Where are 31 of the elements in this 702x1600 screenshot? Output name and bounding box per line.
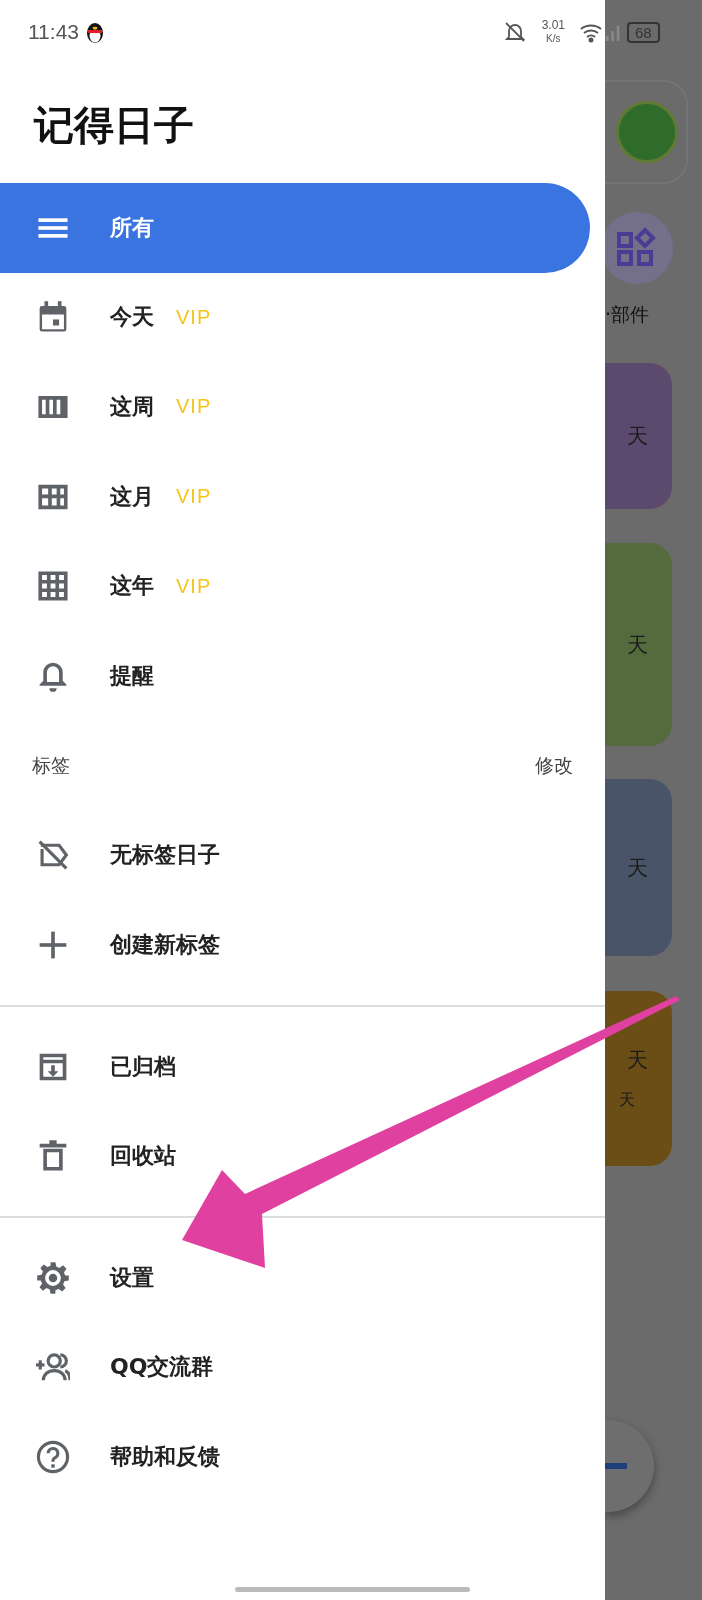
menu-item[interactable]: 已归档 xyxy=(0,1021,605,1112)
menu-item[interactable]: 提醒 xyxy=(0,630,605,721)
menu-item[interactable]: 今天 VIP xyxy=(0,272,605,363)
menu-item[interactable]: 回收站 xyxy=(0,1111,605,1201)
card-text: 天 xyxy=(627,854,649,882)
add-button[interactable] xyxy=(605,1420,654,1512)
menu-item[interactable]: 所有 xyxy=(0,183,590,273)
gear-icon xyxy=(36,1260,70,1295)
card-text: 天 xyxy=(627,1047,649,1074)
grid-icon xyxy=(36,569,70,604)
battery-indicator: 68 xyxy=(627,21,660,43)
menu-item[interactable]: QQ交流群 xyxy=(0,1322,605,1413)
menu-item[interactable]: 无标签日子 xyxy=(0,810,605,901)
menu-item[interactable]: 这月 VIP xyxy=(0,451,605,542)
status-time: 11:43 xyxy=(28,20,79,44)
menu-item[interactable]: 这年 VIP xyxy=(0,541,605,631)
menu-item[interactable]: 创建新标签 xyxy=(0,900,605,990)
penguin-icon xyxy=(85,20,105,44)
card-text: 天 xyxy=(627,423,649,450)
menu-item[interactable]: 帮助和反馈 xyxy=(0,1412,605,1502)
menu-item[interactable]: 这周 VIP xyxy=(0,362,605,452)
widget-label: ·部件 xyxy=(605,302,651,327)
section-label: 标签 xyxy=(32,752,70,778)
network-speed: 3.01 K/s xyxy=(541,19,565,45)
edit-link[interactable]: 修改 xyxy=(535,752,573,779)
avatar-card[interactable] xyxy=(605,80,688,184)
app-title: 记得日子 xyxy=(32,101,195,149)
menu-item[interactable]: 设置 xyxy=(0,1232,605,1323)
card-text: 天 xyxy=(627,631,649,659)
help-icon xyxy=(36,1439,70,1474)
card-text: 天 xyxy=(619,1090,636,1111)
